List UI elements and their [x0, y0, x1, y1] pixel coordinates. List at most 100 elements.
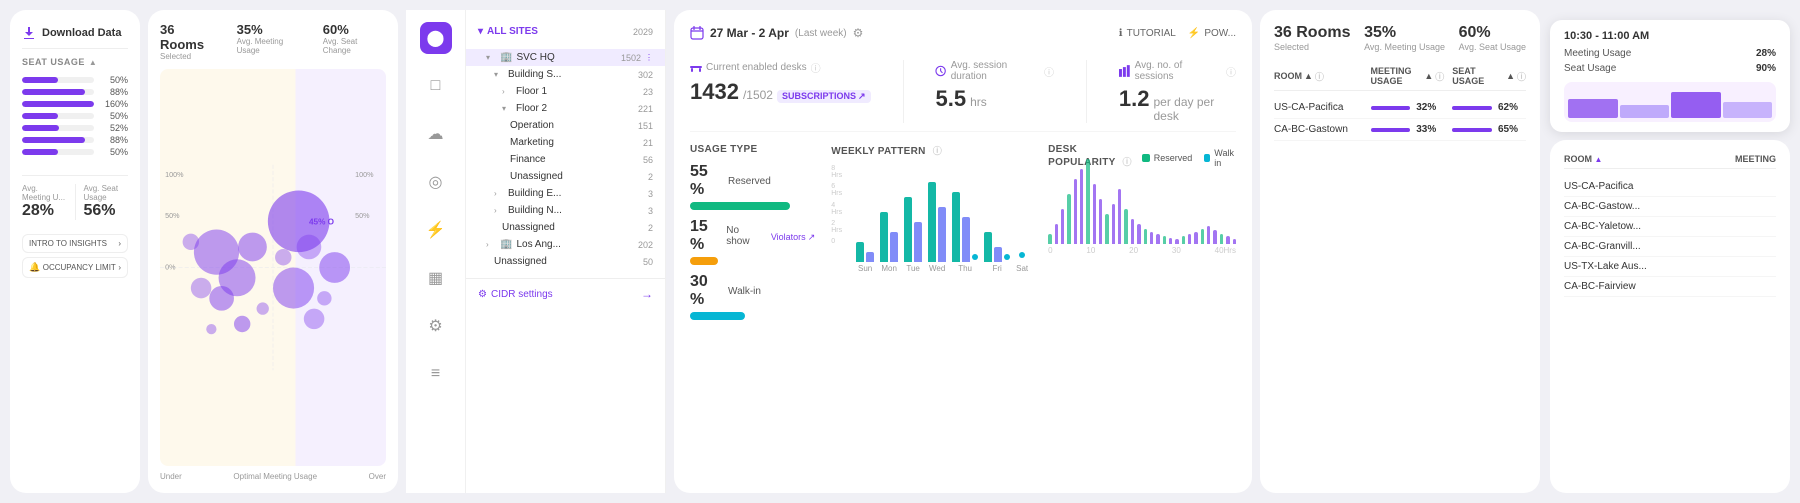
- list-item[interactable]: CA-BC-Gastow...: [1564, 197, 1776, 217]
- sidebar-icon-home[interactable]: ⬤: [420, 22, 452, 54]
- tooltip-seat-value: 90%: [1756, 63, 1776, 74]
- power-icon: ⚡: [1188, 28, 1200, 39]
- kpi-sessions-count: Avg. no. of sessions ⓘ 1.2 per day per d…: [1119, 60, 1236, 123]
- tree-item-building-s[interactable]: ▾ Building S... 302: [466, 66, 665, 83]
- sidebar-icon-settings[interactable]: ⚙: [420, 310, 452, 342]
- avg-seat-label: Avg. Seat Usage: [84, 184, 129, 202]
- desk-bar: [1150, 232, 1153, 244]
- desk-bar: [1105, 214, 1108, 244]
- avg-meeting-metric: Avg. Meeting U... 28%: [22, 184, 67, 220]
- list-item[interactable]: US-CA-Pacifica: [1564, 177, 1776, 197]
- th-meeting-usage[interactable]: MEETING USAGE ▲ ⓘ: [1371, 66, 1445, 86]
- usage-bar-bg: [22, 137, 94, 143]
- list-item[interactable]: CA-BC-Granvill...: [1564, 237, 1776, 257]
- tue-bars: [904, 197, 922, 262]
- weekly-pattern-section: WEEKLY PATTERN ⓘ 8 Hrs 6 Hrs 4 Hrs 2 Hrs…: [831, 144, 1032, 477]
- usage-pct-label: 88%: [100, 135, 128, 145]
- tue-bar-1: [904, 197, 912, 262]
- fri-dot: [1004, 254, 1010, 260]
- intro-insights-btn[interactable]: INTRO TO INSIGHTS ›: [22, 234, 128, 253]
- kpi-session: Avg. session duration ⓘ 5.5 hrs: [935, 60, 1053, 123]
- info-icon: ℹ: [1119, 28, 1123, 39]
- tree-item-finance[interactable]: Finance 56: [466, 151, 665, 168]
- chevron-down-icon: ▾: [478, 26, 483, 37]
- tree-item-operation[interactable]: Operation 151: [466, 117, 665, 134]
- download-icon: [22, 26, 36, 40]
- sidebar-icon-cloud[interactable]: ☁: [420, 118, 452, 150]
- left-panel: Download Data SEAT USAGE ▲ 50% 88% 160% …: [10, 10, 140, 493]
- tree-item-unassigned2[interactable]: Unassigned 2: [466, 219, 665, 236]
- settings-icon[interactable]: ⚙: [853, 26, 864, 40]
- tree-item-unassigned1[interactable]: Unassigned 2: [466, 168, 665, 185]
- tooltip-meeting-row: Meeting Usage 28%: [1564, 48, 1776, 59]
- list-item[interactable]: CA-BC-Yaletow...: [1564, 217, 1776, 237]
- sessions-value: 1.2: [1119, 86, 1150, 112]
- usage-pct-label: 88%: [100, 87, 128, 97]
- th-room[interactable]: ROOM ▲ ⓘ: [1274, 66, 1363, 86]
- kpi-sessions-label: Avg. no. of sessions ⓘ: [1119, 60, 1236, 82]
- table-header: ROOM ▲ ⓘ MEETING USAGE ▲ ⓘ SEAT USAGE ▲ …: [1274, 62, 1526, 91]
- wed-bars: [928, 182, 946, 262]
- sidebar-icon-grid[interactable]: ▦: [420, 262, 452, 294]
- svg-text:100%: 100%: [355, 170, 374, 179]
- th-seat-usage[interactable]: SEAT USAGE ▲ ⓘ: [1452, 66, 1526, 86]
- list-item[interactable]: US-TX-Lake Aus...: [1564, 257, 1776, 277]
- right-second-panel: 10:30 - 11:00 AM Meeting Usage 28% Seat …: [1550, 10, 1790, 493]
- seat-label: Avg. Seat Change: [323, 37, 386, 55]
- info-icon: ⓘ: [1123, 157, 1132, 167]
- tree-item-losangeles[interactable]: › 🏢 Los Ang... 202: [466, 236, 665, 253]
- fri-bars: [984, 232, 1010, 262]
- usage-bar-bg: [22, 113, 94, 119]
- room-name: CA-BC-Granvill...: [1564, 241, 1776, 252]
- sidebar-icon-bolt[interactable]: ⚡: [420, 214, 452, 246]
- weekly-bars: Sun Mon: [852, 165, 1032, 273]
- tree-item-svchq[interactable]: ▾ 🏢 SVC HQ 1502 ⋮: [466, 49, 665, 66]
- room-list-th-room[interactable]: ROOM ▲: [1564, 154, 1602, 164]
- tooltip-seat-label: Seat Usage: [1564, 63, 1616, 74]
- list-item[interactable]: CA-BC-Fairview: [1564, 277, 1776, 297]
- seat-val: 62%: [1498, 102, 1526, 113]
- bubble-header: 36 Rooms Selected 35% Avg. Meeting Usage…: [160, 22, 386, 61]
- svg-text:50%: 50%: [355, 211, 370, 220]
- usage-bar-row: 50%: [22, 147, 128, 157]
- info-icon: ⓘ: [933, 146, 942, 156]
- occupancy-limit-btn[interactable]: 🔔 OCCUPANCY LIMIT ›: [22, 257, 128, 278]
- date-range: 27 Mar - 2 Apr (Last week) ⚙: [690, 26, 863, 40]
- avg-meeting-label: Avg. Meeting U...: [22, 184, 67, 202]
- tree-item-building-e[interactable]: › Building E... 3: [466, 185, 665, 202]
- usage-type-section: USAGE TYPE 55 % Reserved 15 % No show Vi…: [690, 144, 815, 477]
- weekly-pattern-title: WEEKLY PATTERN ⓘ: [831, 144, 1032, 157]
- tree-item-unassigned3[interactable]: Unassigned 50: [466, 253, 665, 270]
- sidebar-icon-list[interactable]: □: [420, 70, 452, 102]
- usage-bar-bg: [22, 89, 94, 95]
- svg-text:100%: 100%: [165, 170, 184, 179]
- sort-icon: ▲: [1424, 71, 1433, 81]
- tree-item-floor2[interactable]: ▾ Floor 2 221: [466, 100, 665, 117]
- desk-bar: [1194, 232, 1197, 244]
- subscriptions-badge[interactable]: SUBSCRIPTIONS ↗: [777, 90, 871, 103]
- main-content: 27 Mar - 2 Apr (Last week) ⚙ ℹ TUTORIAL …: [674, 10, 1252, 493]
- download-data-section[interactable]: Download Data: [22, 26, 128, 49]
- power-btn[interactable]: ⚡ POW...: [1188, 28, 1236, 39]
- sidebar-icon-menu[interactable]: ≡: [420, 358, 452, 390]
- usage-bar-row: 50%: [22, 111, 128, 121]
- tree-item-floor1[interactable]: › Floor 1 23: [466, 83, 665, 100]
- tutorial-btn[interactable]: ℹ TUTORIAL: [1119, 28, 1176, 39]
- rooms-selected-block: 36 Rooms Selected: [1274, 24, 1350, 52]
- info-icon: ⓘ: [1044, 64, 1054, 79]
- tree-item-marketing[interactable]: Marketing 21: [466, 134, 665, 151]
- desk-bar: [1112, 204, 1115, 244]
- sidebar-icon-analytics[interactable]: ◎: [420, 166, 452, 198]
- violators-link[interactable]: Violators ↗: [771, 232, 815, 243]
- room-list-th-meeting[interactable]: MEETING: [1735, 154, 1776, 164]
- usage-bar-fill: [22, 77, 58, 83]
- cidr-settings-link[interactable]: ⚙ CIDR settings →: [466, 278, 665, 309]
- avg-meeting-value: 28%: [22, 202, 67, 220]
- room-name: CA-BC-Gastown: [1274, 124, 1363, 135]
- day-fri: Fri: [984, 232, 1010, 273]
- right-container: 36 Rooms Selected 35% Avg. Meeting Usage…: [1260, 10, 1540, 493]
- desk-bar: [1188, 234, 1191, 244]
- day-sun: Sun: [856, 242, 874, 273]
- all-sites-label[interactable]: ▾ ALL SITES: [478, 26, 538, 37]
- tree-item-building-n[interactable]: › Building N... 3: [466, 202, 665, 219]
